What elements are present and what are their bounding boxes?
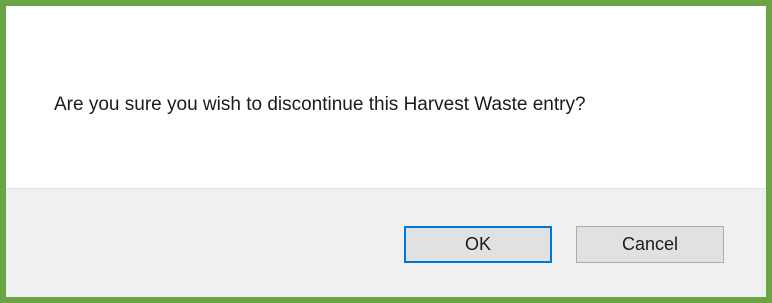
cancel-button[interactable]: Cancel xyxy=(576,226,724,263)
dialog-message: Are you sure you wish to discontinue thi… xyxy=(54,94,586,115)
ok-button[interactable]: OK xyxy=(404,226,552,263)
dialog-content: Are you sure you wish to discontinue thi… xyxy=(6,6,766,188)
dialog-button-bar: OK Cancel xyxy=(6,188,766,297)
confirm-dialog: Are you sure you wish to discontinue thi… xyxy=(0,0,772,303)
